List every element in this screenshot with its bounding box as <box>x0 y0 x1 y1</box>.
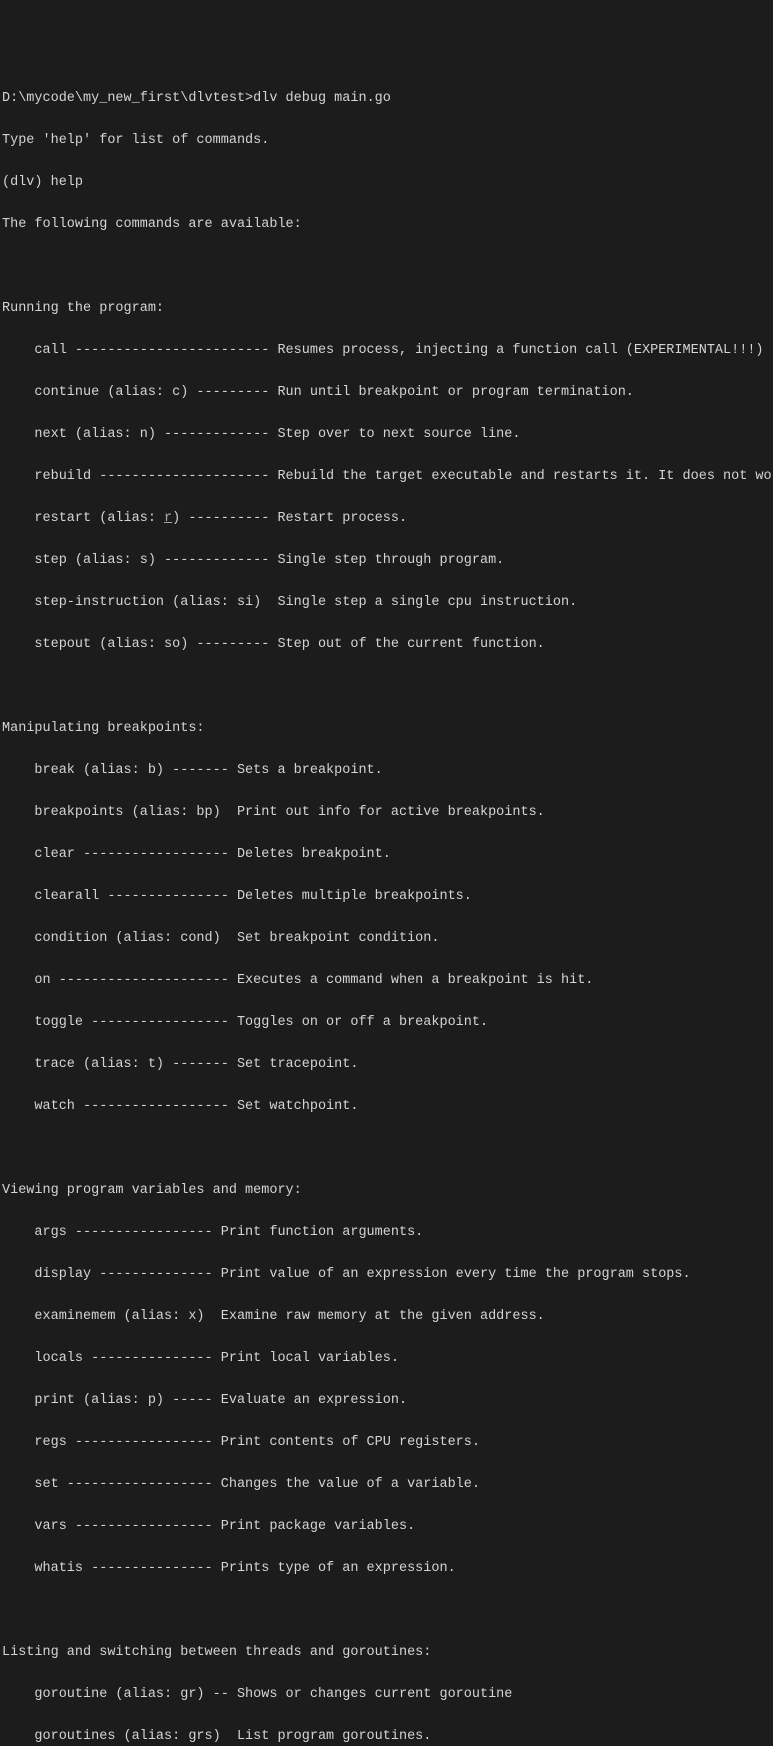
available-header: The following commands are available: <box>2 214 771 235</box>
cmd-rebuild: rebuild --------------------- Rebuild th… <box>2 466 771 487</box>
cmd-whatis: whatis --------------- Prints type of an… <box>2 1558 771 1579</box>
dlv-command: help <box>51 175 83 190</box>
cmd-regs: regs ----------------- Print contents of… <box>2 1432 771 1453</box>
section-vars-header: Viewing program variables and memory: <box>2 1180 771 1201</box>
restart-post: ) ---------- Restart process. <box>172 511 407 526</box>
cmd-watch: watch ------------------ Set watchpoint. <box>2 1096 771 1117</box>
cmd-goroutines: goroutines (alias: grs) List program gor… <box>2 1726 771 1746</box>
cmd-display: display -------------- Print value of an… <box>2 1264 771 1285</box>
section-running-header: Running the program: <box>2 298 771 319</box>
cmd-trace: trace (alias: t) ------- Set tracepoint. <box>2 1054 771 1075</box>
dlv-prompt-line: (dlv) help <box>2 172 771 193</box>
restart-alias-highlight: r <box>164 511 172 526</box>
dlv-prompt: (dlv) <box>2 175 51 190</box>
blank-line <box>2 256 771 277</box>
cmd-call: call ------------------------ Resumes pr… <box>2 340 771 361</box>
cmd-next: next (alias: n) ------------- Step over … <box>2 424 771 445</box>
section-threads-header: Listing and switching between threads an… <box>2 1642 771 1663</box>
prompt-path: D:\mycode\my_new_first\dlvtest> <box>2 91 253 106</box>
cmd-args: args ----------------- Print function ar… <box>2 1222 771 1243</box>
cmd-stepout: stepout (alias: so) --------- Step out o… <box>2 634 771 655</box>
cmd-step-instruction: step-instruction (alias: si) Single step… <box>2 592 771 613</box>
cmd-toggle: toggle ----------------- Toggles on or o… <box>2 1012 771 1033</box>
cmd-locals: locals --------------- Print local varia… <box>2 1348 771 1369</box>
cmd-continue: continue (alias: c) --------- Run until … <box>2 382 771 403</box>
blank-line <box>2 1138 771 1159</box>
prompt-command: dlv debug main.go <box>253 91 391 106</box>
cmd-clear: clear ------------------ Deletes breakpo… <box>2 844 771 865</box>
cmd-on: on --------------------- Executes a comm… <box>2 970 771 991</box>
cmd-restart: restart (alias: r) ---------- Restart pr… <box>2 508 771 529</box>
cmd-clearall: clearall --------------- Deletes multipl… <box>2 886 771 907</box>
cmd-step: step (alias: s) ------------- Single ste… <box>2 550 771 571</box>
prompt-line: D:\mycode\my_new_first\dlvtest>dlv debug… <box>2 88 771 109</box>
cmd-set: set ------------------ Changes the value… <box>2 1474 771 1495</box>
cmd-goroutine: goroutine (alias: gr) -- Shows or change… <box>2 1684 771 1705</box>
cmd-vars: vars ----------------- Print package var… <box>2 1516 771 1537</box>
blank-line <box>2 676 771 697</box>
help-hint: Type 'help' for list of commands. <box>2 130 771 151</box>
cmd-examinemem: examinemem (alias: x) Examine raw memory… <box>2 1306 771 1327</box>
restart-pre: restart (alias: <box>2 511 164 526</box>
cmd-breakpoints: breakpoints (alias: bp) Print out info f… <box>2 802 771 823</box>
cmd-break: break (alias: b) ------- Sets a breakpoi… <box>2 760 771 781</box>
cmd-condition: condition (alias: cond) Set breakpoint c… <box>2 928 771 949</box>
blank-line <box>2 1600 771 1621</box>
cmd-print: print (alias: p) ----- Evaluate an expre… <box>2 1390 771 1411</box>
section-breakpoints-header: Manipulating breakpoints: <box>2 718 771 739</box>
